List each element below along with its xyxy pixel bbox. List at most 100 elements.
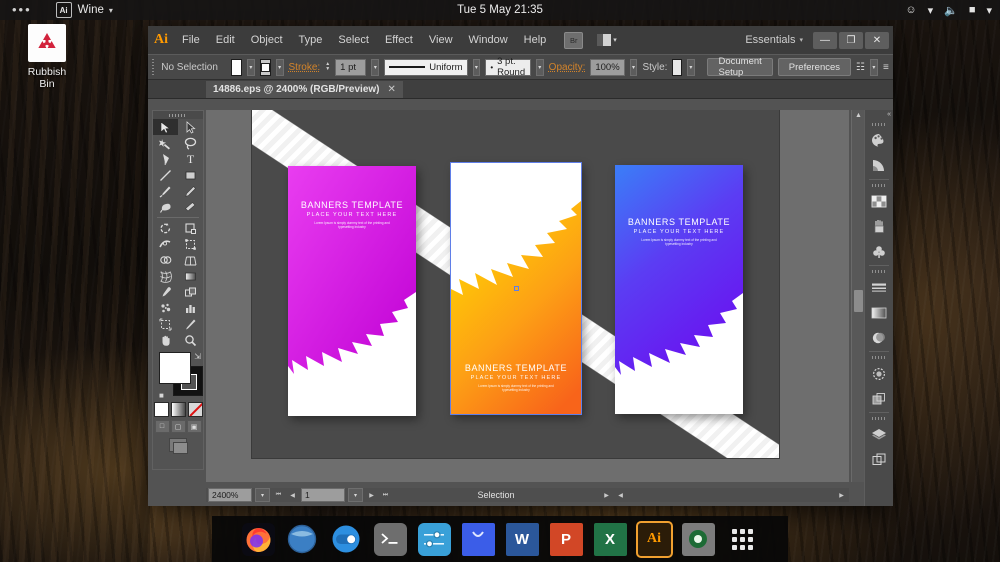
dock-grip-1[interactable]: [865, 120, 893, 128]
opacity-dropdown-icon[interactable]: ▾: [630, 59, 638, 76]
dock-item-software-store[interactable]: [462, 523, 495, 556]
artboard-number-field[interactable]: 1: [301, 488, 345, 502]
dock-grip-5[interactable]: [865, 414, 893, 422]
menu-help[interactable]: Help: [516, 31, 555, 49]
brushes-panel-icon[interactable]: [865, 214, 893, 239]
mesh-tool[interactable]: [153, 268, 178, 284]
panel-options-icon[interactable]: ≡: [883, 60, 889, 74]
stroke-weight-dropdown-icon[interactable]: ▾: [371, 59, 379, 76]
gradient-mode-button[interactable]: [171, 402, 186, 417]
dock-item-excel[interactable]: X: [594, 523, 627, 556]
line-segment-tool[interactable]: [153, 167, 178, 183]
stroke-color-swatch[interactable]: [260, 59, 271, 76]
blend-tool[interactable]: [178, 284, 203, 300]
menu-effect[interactable]: Effect: [377, 31, 421, 49]
previous-artboard-button[interactable]: ◀: [287, 489, 298, 501]
symbol-sprayer-tool[interactable]: [153, 300, 178, 316]
dock-grip-4[interactable]: [865, 353, 893, 361]
banner-magenta[interactable]: BANNERS TEMPLATE PLACE YOUR TEXT HERE Lo…: [288, 166, 416, 416]
last-artboard-button[interactable]: ⏭: [380, 489, 391, 501]
rectangle-tool[interactable]: [178, 167, 203, 183]
stroke-label[interactable]: Stroke:: [289, 62, 321, 73]
document-setup-button[interactable]: Document Setup: [707, 58, 772, 76]
draw-normal-button[interactable]: □: [155, 420, 170, 433]
selection-tool[interactable]: [153, 119, 178, 135]
artboard-dropdown-icon[interactable]: ▾: [348, 488, 363, 502]
hscroll-left-icon[interactable]: ◀: [615, 489, 626, 501]
align-dropdown-icon[interactable]: ▾: [870, 59, 878, 76]
opacity-field[interactable]: 100%: [590, 59, 624, 76]
canvas-area[interactable]: BANNERS TEMPLATE PLACE YOUR TEXT HERE Lo…: [206, 110, 849, 482]
scroll-up-icon[interactable]: ▲: [855, 112, 862, 119]
free-transform-tool[interactable]: [178, 236, 203, 252]
lasso-tool[interactable]: [178, 135, 203, 151]
color-guide-panel-icon[interactable]: [865, 153, 893, 178]
screen-mode-button[interactable]: [153, 438, 203, 452]
menu-edit[interactable]: Edit: [208, 31, 243, 49]
opacity-label[interactable]: Opacity:: [549, 62, 586, 73]
vertical-scroll-thumb[interactable]: [854, 290, 863, 312]
perspective-grid-tool[interactable]: [178, 252, 203, 268]
collapse-panels-icon[interactable]: «: [887, 111, 891, 118]
column-graph-tool[interactable]: [178, 300, 203, 316]
fill-color-swatch[interactable]: [231, 59, 242, 76]
dock-item-word[interactable]: W: [506, 523, 539, 556]
transparency-panel-icon[interactable]: [865, 325, 893, 350]
draw-behind-button[interactable]: ▢: [171, 420, 186, 433]
status-menu-icon[interactable]: ▶: [601, 489, 612, 501]
desktop-icon-rubbish-bin[interactable]: Rubbish Bin: [22, 24, 72, 90]
control-bar-grip[interactable]: [152, 59, 154, 75]
tool-status-label[interactable]: Selection: [394, 490, 598, 500]
gradient-panel-icon[interactable]: [865, 300, 893, 325]
artboards-panel-icon[interactable]: [865, 447, 893, 472]
zoom-tool[interactable]: [178, 332, 203, 348]
menu-file[interactable]: File: [174, 31, 208, 49]
menu-view[interactable]: View: [421, 31, 461, 49]
workspace-switcher[interactable]: Essentials: [745, 34, 795, 46]
workspace-chevron-icon[interactable]: ▾: [799, 36, 803, 44]
dock-item-system-settings[interactable]: [418, 523, 451, 556]
brush-dropdown-icon[interactable]: ▾: [536, 59, 544, 76]
layers-panel-icon[interactable]: [865, 422, 893, 447]
dock-grip-2[interactable]: [865, 181, 893, 189]
tray-chevron-icon[interactable]: ▾: [986, 4, 992, 17]
color-panel-icon[interactable]: [865, 128, 893, 153]
menu-window[interactable]: Window: [461, 31, 516, 49]
graphic-styles-panel-icon[interactable]: [865, 386, 893, 411]
blob-brush-tool[interactable]: [153, 199, 178, 215]
arrange-documents-icon[interactable]: ▾: [597, 33, 617, 47]
close-icon[interactable]: ✕: [388, 84, 396, 95]
dock-grip-3[interactable]: [865, 267, 893, 275]
eyedropper-tool[interactable]: [153, 284, 178, 300]
shape-builder-tool[interactable]: [153, 252, 178, 268]
none-mode-button[interactable]: [188, 402, 203, 417]
dock-item-terminal[interactable]: [374, 523, 407, 556]
hand-tool[interactable]: [153, 332, 178, 348]
dock-item-media-player[interactable]: [682, 523, 715, 556]
zoom-dropdown-icon[interactable]: ▾: [255, 488, 270, 502]
toolbox-grip[interactable]: [153, 111, 203, 119]
eraser-tool[interactable]: [178, 199, 203, 215]
fill-dropdown-icon[interactable]: ▾: [247, 59, 255, 76]
symbols-panel-icon[interactable]: [865, 239, 893, 264]
zoom-level-field[interactable]: 2400%: [208, 488, 252, 502]
battery-icon[interactable]: ■: [969, 4, 976, 16]
width-tool[interactable]: [153, 236, 178, 252]
stroke-dropdown-icon[interactable]: ▾: [276, 59, 284, 76]
hscroll-right-icon[interactable]: ▶: [836, 489, 847, 501]
next-artboard-button[interactable]: ▶: [366, 489, 377, 501]
menu-type[interactable]: Type: [291, 31, 331, 49]
type-tool[interactable]: T: [178, 151, 203, 167]
pen-tool[interactable]: [153, 151, 178, 167]
system-clock[interactable]: Tue 5 May 21:35: [0, 4, 1000, 16]
menu-select[interactable]: Select: [330, 31, 377, 49]
stroke-weight-field[interactable]: 1 pt: [335, 59, 366, 76]
swatches-panel-icon[interactable]: [865, 189, 893, 214]
close-button[interactable]: ✕: [865, 32, 889, 49]
banner-blue[interactable]: BANNERS TEMPLATE PLACE YOUR TEXT HERE Lo…: [615, 165, 743, 414]
dock-item-illustrator[interactable]: Ai: [638, 523, 671, 556]
maximize-button[interactable]: ❐: [839, 32, 863, 49]
color-mode-button[interactable]: [154, 402, 169, 417]
menu-object[interactable]: Object: [243, 31, 291, 49]
stroke-panel-icon[interactable]: [865, 275, 893, 300]
